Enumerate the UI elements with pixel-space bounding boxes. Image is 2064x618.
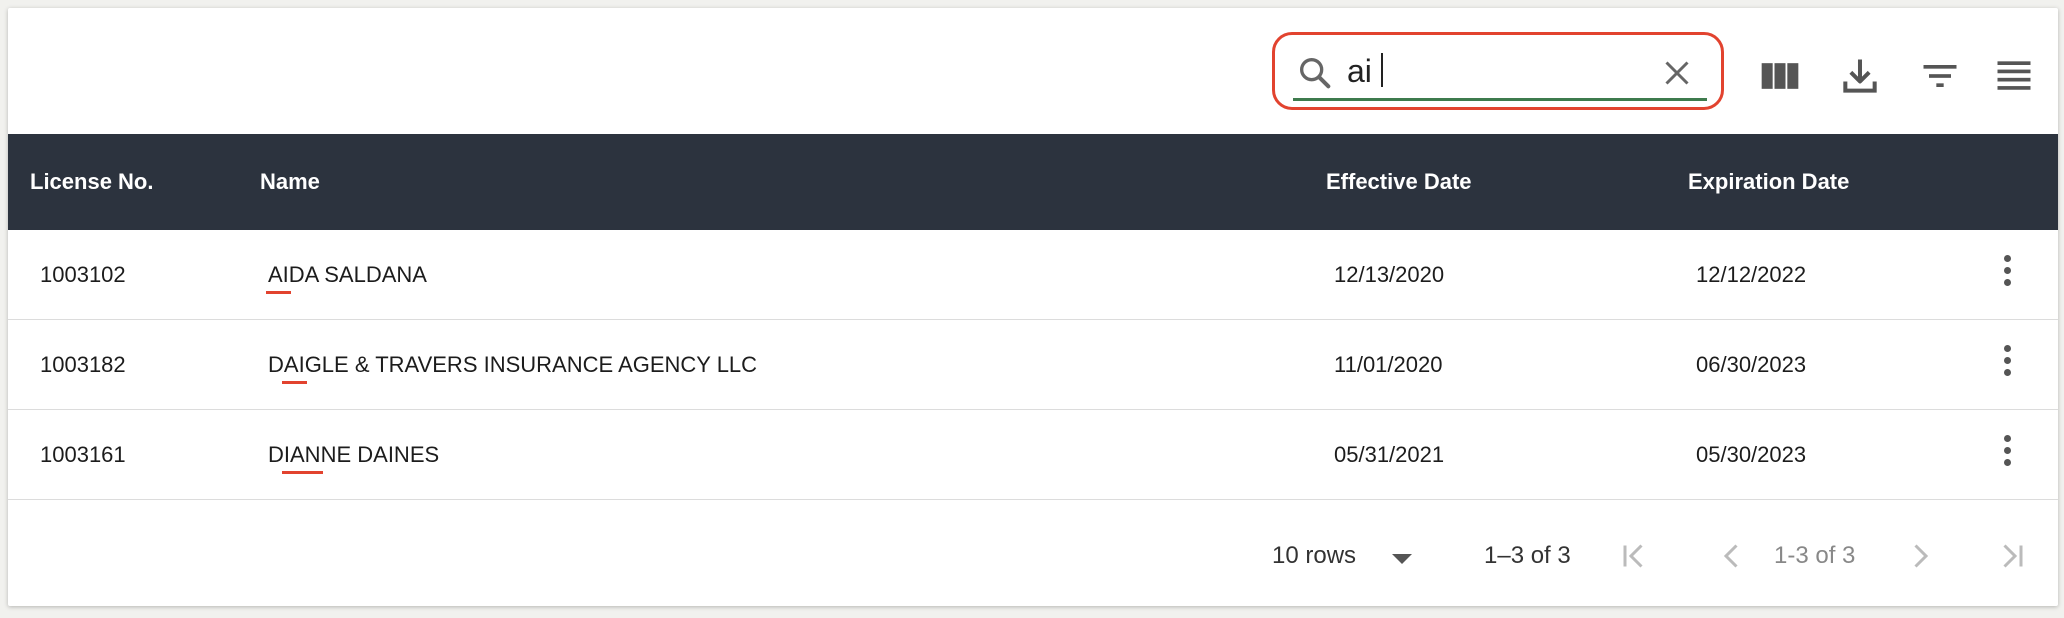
last-page-icon[interactable] [1994,538,2030,574]
name-cell: DAIGLE & TRAVERS INSURANCE AGENCY LLC [268,320,757,409]
filter-icon[interactable] [1918,54,1962,98]
name-text: D [268,442,284,467]
license-cell: 1003161 [40,442,126,467]
column-header-license[interactable]: License No. [30,134,153,230]
table-row[interactable]: 1003102 AIDA SALDANA 12/13/2020 12/12/20… [8,230,2058,320]
name-cell: AIDA SALDANA [266,230,427,319]
expiration-date-cell: 06/30/2023 [1696,352,1807,377]
name-cell: DIANNE DAINES [268,410,439,499]
more-vertical-icon[interactable] [2002,255,2012,295]
name-text: GLE & TRAVERS INSURANCE AGENCY LLC [304,352,758,377]
search-match-highlight: IAN [281,410,323,499]
first-page-icon[interactable] [1616,538,1652,574]
download-icon[interactable] [1838,54,1882,98]
effective-date-cell: 05/31/2021 [1334,442,1445,467]
license-cell: 1003182 [40,352,126,377]
more-vertical-icon[interactable] [2002,345,2012,385]
view-columns-icon[interactable] [1758,54,1802,98]
column-header-effective-date[interactable]: Effective Date [1326,134,1472,230]
density-icon[interactable] [1992,54,2036,98]
license-cell: 1003102 [40,262,126,287]
table-header: License No. Name Effective Date Expirati… [8,134,2058,230]
search-input[interactable] [1347,47,1647,95]
name-text: D [268,352,284,377]
expiration-date-cell: 05/30/2023 [1696,442,1807,467]
effective-date-cell: 12/13/2020 [1334,262,1445,287]
table-row[interactable]: 1003161 DIANNE DAINES 05/31/2021 05/30/2… [8,410,2058,500]
search-underline [1293,98,1707,101]
pagination-bar: 10 rows 1–3 of 3 1-3 of 3 [8,506,2058,606]
search-box[interactable] [1272,32,1724,110]
column-header-name[interactable]: Name [260,134,320,230]
search-icon [1300,58,1331,89]
rows-per-page-select[interactable]: 10 rows [1272,536,1356,576]
table-row[interactable]: 1003182 DAIGLE & TRAVERS INSURANCE AGENC… [8,320,2058,410]
text-caret [1381,53,1383,87]
table-toolbar [8,8,2058,134]
chevron-left-icon[interactable] [1714,538,1750,574]
close-icon[interactable] [1659,55,1695,91]
pagination-range: 1–3 of 3 [1484,542,1571,569]
search-match-highlight: AI [281,320,307,409]
expiration-date-cell: 12/12/2022 [1696,262,1807,287]
effective-date-cell: 11/01/2020 [1334,352,1443,377]
search-match-highlight: AI [266,230,291,319]
more-vertical-icon[interactable] [2002,435,2012,475]
page-indicator: 1-3 of 3 [1774,542,1856,569]
chevron-right-icon[interactable] [1902,538,1938,574]
name-text: DA SALDANA [288,262,427,287]
column-header-expiration-date[interactable]: Expiration Date [1688,134,1849,230]
name-text: NE DAINES [320,442,440,467]
data-table-card: License No. Name Effective Date Expirati… [8,8,2058,606]
chevron-down-icon[interactable] [1392,554,1412,564]
